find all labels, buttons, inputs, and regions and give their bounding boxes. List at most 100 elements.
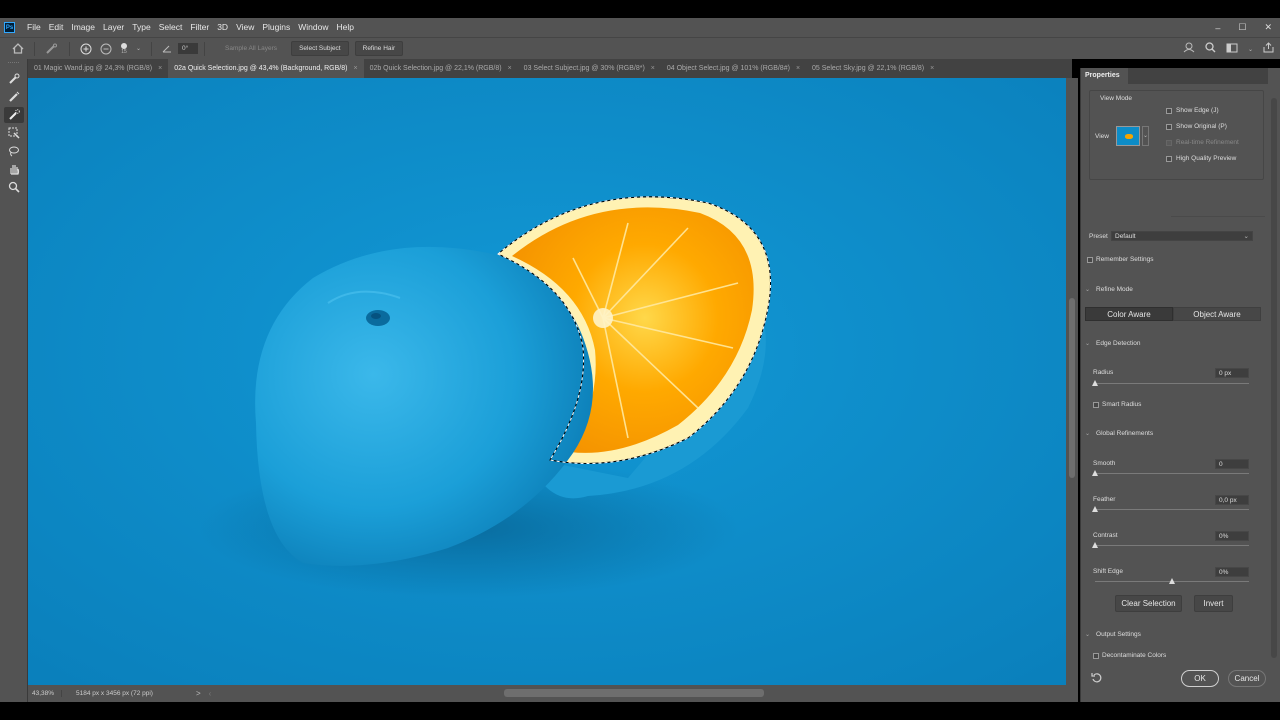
- contrast-input[interactable]: 0%: [1215, 531, 1249, 541]
- radius-input[interactable]: 0 px: [1215, 368, 1249, 378]
- close-window-icon[interactable]: ✕: [1264, 22, 1272, 33]
- angle-input[interactable]: 0°: [178, 43, 199, 54]
- tab-select-sky[interactable]: 05 Select Sky.jpg @ 22,1% (RGB/8) ×: [806, 59, 940, 78]
- tools-panel: [0, 59, 28, 702]
- output-settings-section[interactable]: ⌄ Output Settings: [1085, 631, 1141, 638]
- zoom-icon[interactable]: [4, 179, 24, 195]
- chevron-down-icon[interactable]: ⌄: [1142, 126, 1149, 146]
- share-icon[interactable]: [1183, 42, 1195, 56]
- show-original-checkbox[interactable]: [1166, 124, 1172, 130]
- shift-edge-slider-handle[interactable]: [1169, 578, 1175, 584]
- high-quality-preview-checkbox[interactable]: [1166, 156, 1172, 162]
- smooth-input[interactable]: 0: [1215, 459, 1249, 469]
- hand-icon[interactable]: [4, 161, 24, 177]
- close-icon[interactable]: ×: [651, 65, 655, 72]
- tab-quick-selection-b[interactable]: 02b Quick Selection.jpg @ 22,1% (RGB/8) ×: [364, 59, 518, 78]
- close-icon[interactable]: ×: [158, 65, 162, 72]
- scroll-left-icon[interactable]: ‹: [205, 689, 216, 698]
- toolbar-grip[interactable]: [8, 62, 19, 68]
- clear-selection-button[interactable]: Clear Selection: [1115, 595, 1182, 612]
- workspace-icon[interactable]: [1226, 43, 1238, 56]
- invert-button[interactable]: Invert: [1194, 595, 1233, 612]
- scrollbar-thumb[interactable]: [1271, 98, 1277, 658]
- menu-layer[interactable]: Layer: [99, 18, 128, 37]
- menu-window[interactable]: Window: [294, 18, 332, 37]
- shift-edge-input[interactable]: 0%: [1215, 567, 1249, 577]
- remember-settings-checkbox[interactable]: [1087, 257, 1093, 263]
- close-icon[interactable]: ×: [508, 65, 512, 72]
- smart-radius-checkbox[interactable]: [1093, 402, 1099, 408]
- search-icon[interactable]: [1205, 42, 1216, 56]
- object-aware-button[interactable]: Object Aware: [1173, 307, 1261, 321]
- realtime-refinement-checkbox[interactable]: [1166, 140, 1172, 146]
- cancel-button[interactable]: Cancel: [1228, 670, 1266, 687]
- menu-select[interactable]: Select: [155, 18, 187, 37]
- contrast-label: Contrast: [1093, 532, 1118, 539]
- radius-slider-track[interactable]: [1095, 383, 1249, 384]
- radius-slider-handle[interactable]: [1092, 380, 1098, 386]
- feather-slider-handle[interactable]: [1092, 506, 1098, 512]
- show-edge-checkbox[interactable]: [1166, 108, 1172, 114]
- feather-slider-track[interactable]: [1095, 509, 1249, 510]
- menu-filter[interactable]: Filter: [186, 18, 213, 37]
- contrast-slider-track[interactable]: [1095, 545, 1249, 546]
- tab-label: 02a Quick Selection.jpg @ 43,4% (Backgro…: [174, 65, 348, 72]
- menu-3d[interactable]: 3D: [213, 18, 232, 37]
- panel-scrollbar[interactable]: [1268, 68, 1280, 702]
- eyedropper-brush-icon[interactable]: [4, 71, 24, 87]
- scrollbar-thumb[interactable]: [1069, 298, 1075, 478]
- export-icon[interactable]: [1263, 42, 1274, 56]
- chevron-down-icon[interactable]: ⌄: [136, 45, 141, 52]
- contrast-slider-handle[interactable]: [1092, 542, 1098, 548]
- canvas-vertical-scrollbar[interactable]: [1066, 78, 1078, 685]
- thumbnail-preview: [1125, 134, 1133, 139]
- reset-icon[interactable]: [1091, 672, 1103, 687]
- menu-view[interactable]: View: [232, 18, 258, 37]
- zoom-level[interactable]: 43,38%: [28, 690, 62, 697]
- object-selection-icon[interactable]: [4, 125, 24, 141]
- refine-hair-button[interactable]: Refine Hair: [354, 41, 404, 56]
- menu-type[interactable]: Type: [128, 18, 154, 37]
- view-thumbnail[interactable]: [1116, 126, 1140, 146]
- refine-edge-brush-icon[interactable]: [4, 89, 24, 105]
- menu-file[interactable]: File: [23, 18, 45, 37]
- quick-selection-brush-icon[interactable]: [4, 107, 24, 123]
- tab-select-subject[interactable]: 03 Select Subject.jpg @ 30% (RGB/8*) ×: [518, 59, 661, 78]
- smooth-slider-track[interactable]: [1095, 473, 1249, 474]
- quick-selection-tool-preset-icon[interactable]: [45, 43, 59, 55]
- decontaminate-colors-checkbox[interactable]: [1093, 653, 1099, 659]
- tab-quick-selection-a[interactable]: 02a Quick Selection.jpg @ 43,4% (Backgro…: [168, 59, 364, 78]
- lasso-icon[interactable]: [4, 143, 24, 159]
- ok-button[interactable]: OK: [1181, 670, 1219, 687]
- status-menu-arrow[interactable]: >: [192, 689, 205, 698]
- close-icon[interactable]: ×: [796, 65, 800, 72]
- sample-all-layers-checkbox[interactable]: Sample All Layers: [217, 41, 285, 56]
- subtract-from-selection-icon[interactable]: [100, 43, 112, 55]
- preset-select[interactable]: Default ⌄: [1111, 231, 1253, 241]
- maximize-icon[interactable]: ☐: [1238, 22, 1246, 33]
- color-aware-button[interactable]: Color Aware: [1085, 307, 1173, 321]
- select-subject-button[interactable]: Select Subject: [291, 41, 349, 56]
- add-to-selection-icon[interactable]: [80, 43, 92, 55]
- minimize-icon[interactable]: –: [1215, 23, 1220, 33]
- chevron-down-icon[interactable]: ⌄: [1248, 46, 1253, 53]
- close-icon[interactable]: ×: [930, 65, 934, 72]
- document-canvas[interactable]: [28, 78, 1066, 685]
- edge-detection-section[interactable]: ⌄ Edge Detection: [1085, 340, 1140, 347]
- tab-object-select[interactable]: 04 Object Select.jpg @ 101% (RGB/8#) ×: [661, 59, 806, 78]
- tab-properties[interactable]: Properties: [1081, 68, 1128, 84]
- letterbox-bottom: [0, 702, 1280, 720]
- home-icon[interactable]: [12, 43, 24, 54]
- smooth-slider-handle[interactable]: [1092, 470, 1098, 476]
- global-refinements-section[interactable]: ⌄ Global Refinements: [1085, 430, 1153, 437]
- tab-magic-wand[interactable]: 01 Magic Wand.jpg @ 24,3% (RGB/8) ×: [28, 59, 168, 78]
- brush-size-picker[interactable]: 15: [120, 42, 128, 55]
- close-icon[interactable]: ×: [353, 65, 357, 72]
- refine-mode-section[interactable]: ⌄ Refine Mode: [1085, 286, 1133, 293]
- menu-help[interactable]: Help: [332, 18, 357, 37]
- canvas-horizontal-scrollbar[interactable]: [504, 689, 764, 697]
- menu-plugins[interactable]: Plugins: [258, 18, 294, 37]
- menu-image[interactable]: Image: [67, 18, 99, 37]
- menu-edit[interactable]: Edit: [45, 18, 68, 37]
- feather-input[interactable]: 0,0 px: [1215, 495, 1249, 505]
